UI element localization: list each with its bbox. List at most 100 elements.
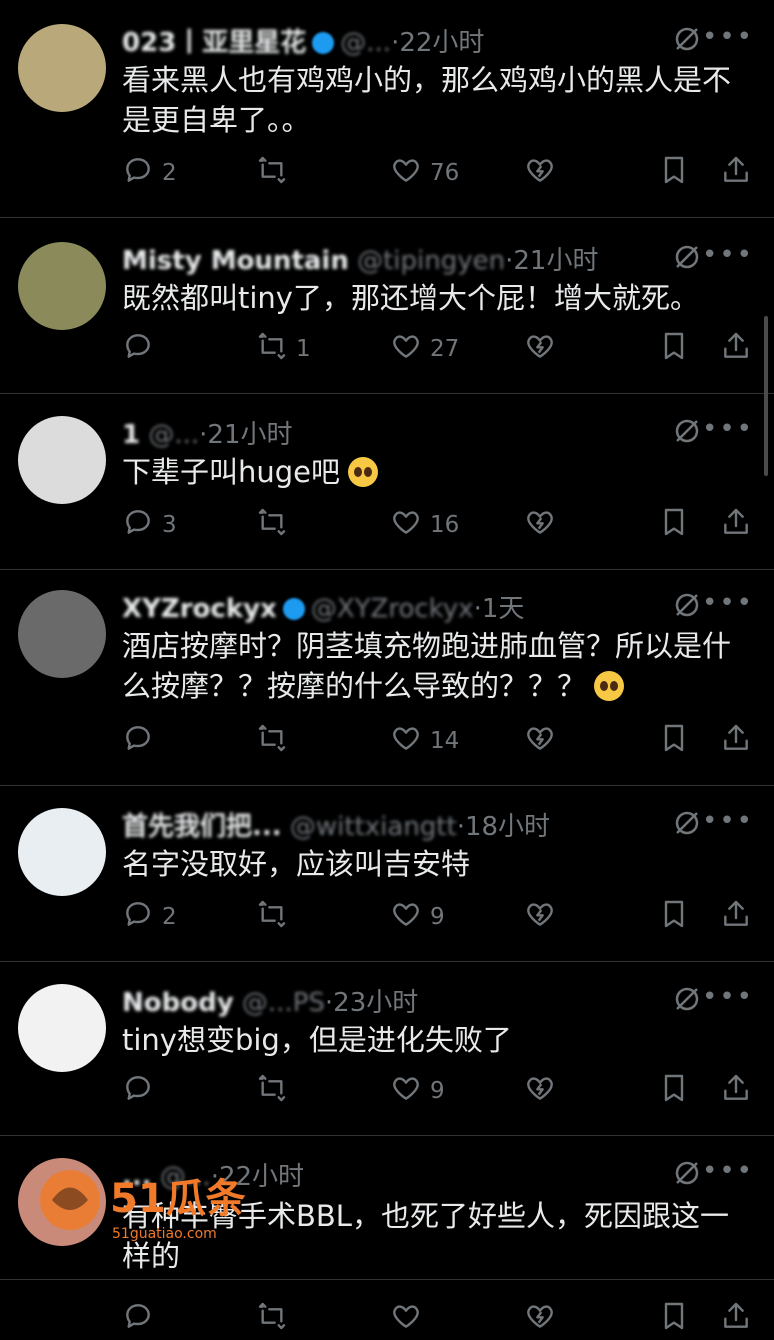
tweet[interactable]: Misty Mountain @tipingyen·21小时 ••• 既然都叫tin… — [0, 218, 774, 394]
timestamp[interactable]: 23小时 — [333, 988, 418, 1018]
like-button[interactable]: 16 — [390, 506, 459, 544]
handle[interactable]: @... — [148, 420, 199, 450]
more-icon[interactable]: ••• — [702, 982, 754, 1012]
bookmark-button[interactable] — [658, 154, 690, 192]
grok-icon[interactable] — [672, 984, 702, 1014]
broken-heart-button[interactable] — [524, 1072, 556, 1110]
like-button[interactable]: 9 — [390, 1072, 445, 1110]
display-name[interactable]: Nobody — [122, 988, 234, 1018]
grok-icon[interactable] — [672, 808, 702, 838]
bookmark-icon — [658, 1300, 690, 1338]
grok-icon[interactable] — [672, 1158, 702, 1188]
retweet-button[interactable] — [256, 722, 296, 760]
avatar[interactable] — [18, 984, 106, 1072]
reply-button[interactable] — [122, 1072, 162, 1110]
avatar[interactable] — [18, 590, 106, 678]
broken-heart-button[interactable] — [524, 898, 556, 936]
bookmark-button[interactable] — [658, 898, 690, 936]
handle[interactable]: @...PS — [242, 988, 325, 1018]
more-icon[interactable]: ••• — [702, 1156, 754, 1186]
broken-heart-button[interactable] — [524, 154, 556, 192]
tweet[interactable]: 首先我们把... @wittxiangtt·18小时 ••• 名字没取好，应该叫吉安… — [0, 786, 774, 962]
avatar[interactable] — [18, 24, 106, 112]
broken-heart-icon — [524, 330, 556, 368]
like-count: 27 — [430, 336, 460, 362]
share-button[interactable] — [720, 154, 752, 192]
reply-button[interactable]: 2 — [122, 154, 177, 192]
display-name[interactable]: Misty Mountain — [122, 246, 349, 276]
broken-heart-button[interactable] — [524, 1300, 556, 1338]
retweet-button[interactable] — [256, 154, 296, 192]
scrollbar[interactable] — [764, 316, 768, 476]
handle[interactable]: @... — [340, 28, 391, 58]
separator-dot: · — [456, 812, 465, 842]
bookmark-icon — [658, 898, 690, 936]
share-button[interactable] — [720, 1072, 752, 1110]
tweet[interactable]: Nobody @...PS·23小时 ••• tiny想变big，但是进化失败了 9 — [0, 962, 774, 1136]
like-button[interactable]: 9 — [390, 898, 445, 936]
retweet-button[interactable] — [256, 1072, 296, 1110]
like-button[interactable]: 76 — [390, 154, 459, 192]
timestamp[interactable]: 22小时 — [399, 28, 484, 58]
more-icon[interactable]: ••• — [702, 22, 754, 52]
tweet[interactable]: 023丨亚里星花 @...·22小时 ••• 看来黑人也有鸡鸡小的，那么鸡鸡小的黑人是… — [0, 0, 774, 218]
like-count: 14 — [430, 728, 460, 754]
avatar[interactable] — [18, 808, 106, 896]
handle[interactable]: @tipingyen — [357, 246, 505, 276]
retweet-button[interactable]: 1 — [256, 330, 311, 368]
tweet[interactable]: 1 @...·21小时 ••• 下辈子叫huge吧 3 16 — [0, 394, 774, 570]
share-button[interactable] — [720, 898, 752, 936]
broken-heart-button[interactable] — [524, 722, 556, 760]
bookmark-button[interactable] — [658, 506, 690, 544]
handle[interactable]: @wittxiangtt — [290, 812, 457, 842]
tweet[interactable]: XYZrockyx @XYZrockyx·1天 ••• 酒店按摩时？阴茎填充物跑进肺血… — [0, 570, 774, 786]
bookmark-button[interactable] — [658, 722, 690, 760]
retweet-button[interactable] — [256, 506, 296, 544]
timestamp[interactable]: 21小时 — [207, 420, 292, 450]
reply-count: 3 — [162, 512, 177, 538]
grok-icon[interactable] — [672, 416, 702, 446]
share-button[interactable] — [720, 330, 752, 368]
reply-icon — [122, 722, 154, 760]
display-name[interactable]: 023丨亚里星花 — [122, 28, 306, 58]
like-button[interactable]: 14 — [390, 722, 459, 760]
avatar[interactable] — [18, 416, 106, 504]
display-name[interactable]: XYZrockyx — [122, 594, 277, 624]
share-button[interactable] — [720, 1300, 752, 1338]
display-name[interactable]: 首先我们把... — [122, 812, 282, 842]
retweet-button[interactable] — [256, 1300, 296, 1338]
more-icon[interactable]: ••• — [702, 414, 754, 444]
display-name[interactable]: 1 — [122, 420, 140, 450]
bookmark-button[interactable] — [658, 1300, 690, 1338]
handle[interactable]: @XYZrockyx — [311, 594, 474, 624]
timestamp[interactable]: 18小时 — [465, 812, 550, 842]
reply-button[interactable]: 3 — [122, 506, 177, 544]
reply-button[interactable] — [122, 330, 162, 368]
avatar[interactable] — [18, 242, 106, 330]
broken-heart-button[interactable] — [524, 506, 556, 544]
share-button[interactable] — [720, 506, 752, 544]
retweet-button[interactable] — [256, 898, 296, 936]
like-button[interactable] — [390, 1300, 430, 1338]
broken-heart-button[interactable] — [524, 330, 556, 368]
grok-icon[interactable] — [672, 590, 702, 620]
timestamp[interactable]: 21小时 — [513, 246, 598, 276]
more-icon[interactable]: ••• — [702, 588, 754, 618]
bookmark-icon — [658, 1072, 690, 1110]
grok-icon[interactable] — [672, 24, 702, 54]
reply-button[interactable] — [122, 1300, 162, 1338]
grok-icon[interactable] — [672, 242, 702, 272]
more-icon[interactable]: ••• — [702, 240, 754, 270]
bookmark-button[interactable] — [658, 330, 690, 368]
tweet-text: 名字没取好，应该叫吉安特 — [122, 844, 746, 884]
share-button[interactable] — [720, 722, 752, 760]
share-icon — [720, 1300, 752, 1338]
more-icon[interactable]: ••• — [702, 806, 754, 836]
reply-button[interactable] — [122, 722, 162, 760]
timestamp[interactable]: 1天 — [482, 594, 525, 624]
like-button[interactable]: 27 — [390, 330, 459, 368]
watermark-sub: 51guatiao.com — [112, 1226, 217, 1242]
bookmark-button[interactable] — [658, 1072, 690, 1110]
reply-button[interactable]: 2 — [122, 898, 177, 936]
tweet-text: 酒店按摩时？阴茎填充物跑进肺血管？所以是什么按摩？？按摩的什么导致的？？？ — [122, 626, 746, 706]
